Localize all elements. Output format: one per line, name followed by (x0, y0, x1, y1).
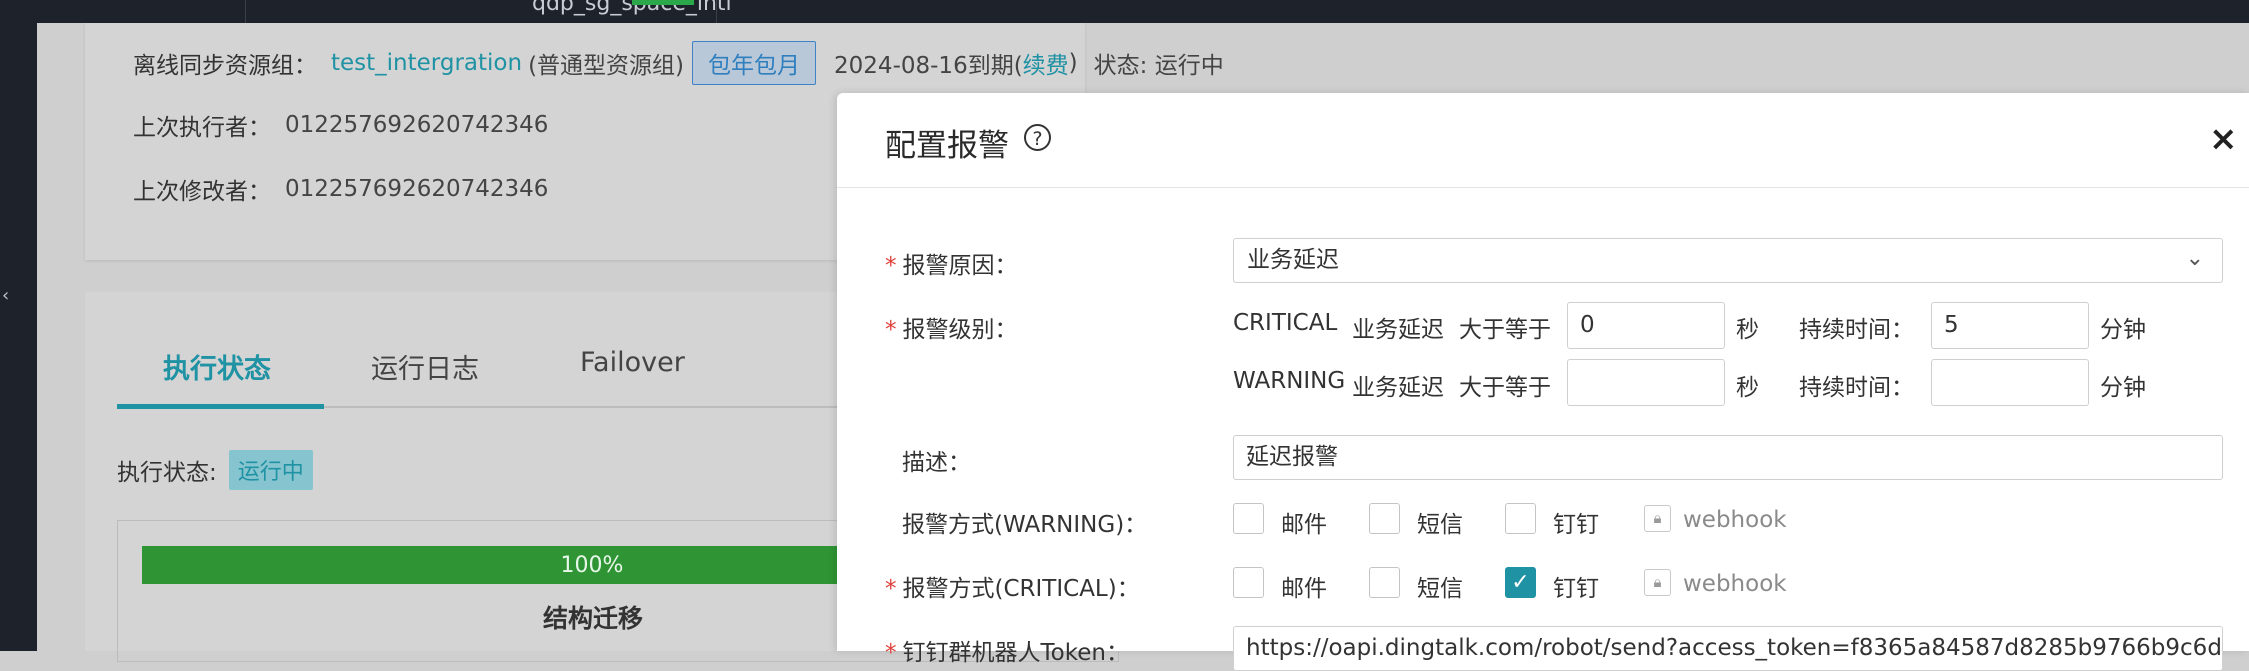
last-executor-value: 012257692620742346 (285, 112, 549, 138)
reason-select-value: 业务延迟 (1247, 247, 1339, 273)
critical-duration-unit: 分钟 (2100, 317, 2146, 343)
run-status-text: 状态: 运行中 (1093, 53, 1224, 79)
critical-email-checkbox[interactable] (1233, 567, 1264, 598)
resource-group-row: 离线同步资源组： test_intergration (普通型资源组) 包年包月… (133, 41, 1224, 85)
warning-duration-unit: 分钟 (2100, 375, 2146, 401)
resource-group-type: (普通型资源组) (528, 53, 685, 79)
chevron-left-icon[interactable]: ‹ (2, 285, 9, 306)
renew-link[interactable]: 续费 (1023, 46, 1069, 80)
required-mark: * (885, 640, 897, 666)
token-label: * 钉钉群机器人Token： (885, 633, 1129, 667)
progress-text: 100% (560, 552, 624, 578)
chevron-down-icon: ⌄ (2185, 246, 2204, 271)
last-modifier-value: 012257692620742346 (285, 176, 549, 202)
critical-sms-checkbox[interactable] (1369, 567, 1400, 598)
level-label-text: 报警级别： (902, 317, 1018, 343)
dialog-header: 配置报警 ? × (837, 93, 2249, 188)
execution-status-label: 执行状态: (117, 460, 217, 486)
critical-duration-input[interactable]: 5 (1931, 302, 2089, 349)
warning-sms-checkbox[interactable] (1369, 503, 1400, 534)
last-executor-row: 上次执行者： 012257692620742346 (133, 108, 548, 142)
status-badge: 运行中 (228, 450, 313, 490)
required-mark: * (885, 317, 897, 343)
critical-unit: 秒 (1736, 317, 1759, 343)
token-label-text: 钉钉群机器人Token： (902, 640, 1129, 666)
active-indicator (632, 0, 694, 5)
resource-group-link[interactable]: test_intergration (331, 50, 522, 76)
token-input[interactable]: https://oapi.dingtalk.com/robot/send?acc… (1233, 626, 2223, 671)
warning-sms-label: 短信 (1417, 512, 1463, 538)
critical-threshold-input[interactable]: 0 (1567, 302, 1725, 349)
warning-webhook-label: webhook (1683, 507, 1787, 533)
warning-duration-label: 持续时间： (1799, 375, 1914, 401)
tab-execution-status[interactable]: 执行状态 (163, 347, 271, 386)
level-label: * 报警级别： (885, 310, 1018, 344)
check-icon: ✓ (1511, 570, 1530, 595)
last-modifier-label: 上次修改者： (133, 179, 271, 205)
lock-icon: 🔒︎ (1644, 569, 1671, 596)
expire-text: 2024-08-16到期( (834, 53, 1023, 79)
critical-sms-label: 短信 (1417, 576, 1463, 602)
warning-operator-text: 大于等于 (1459, 375, 1551, 401)
top-nav-bar: qdp_sg_space_intl (0, 0, 2249, 23)
critical-level-text: CRITICAL (1233, 310, 1338, 336)
critical-dingtalk-checkbox[interactable]: ✓ (1505, 567, 1536, 598)
resource-group-label: 离线同步资源组： (133, 53, 317, 79)
warning-dingtalk-label: 钉钉 (1553, 512, 1599, 538)
warning-dingtalk-checkbox[interactable] (1505, 503, 1536, 534)
warning-email-label: 邮件 (1281, 512, 1327, 538)
critical-dingtalk-label: 钉钉 (1553, 576, 1599, 602)
expire-close: ) (1068, 50, 1078, 76)
warning-metric-text: 业务延迟 (1352, 375, 1444, 401)
required-mark: * (885, 253, 897, 279)
warning-method-label: 报警方式(WARNING)： (902, 512, 1148, 538)
last-modifier-row: 上次修改者： 012257692620742346 (133, 172, 548, 206)
description-label: 描述： (902, 450, 971, 476)
critical-duration-label: 持续时间： (1799, 317, 1914, 343)
help-icon[interactable]: ? (1024, 124, 1051, 151)
warning-unit: 秒 (1736, 375, 1759, 401)
critical-webhook-label: webhook (1683, 571, 1787, 597)
description-input[interactable]: 延迟报警 (1233, 435, 2223, 480)
reason-label-text: 报警原因： (902, 253, 1018, 279)
required-mark: * (885, 576, 897, 602)
critical-email-label: 邮件 (1281, 576, 1327, 602)
warning-level-text: WARNING (1233, 368, 1346, 394)
critical-operator-text: 大于等于 (1459, 317, 1551, 343)
warning-duration-input[interactable] (1931, 359, 2089, 406)
execution-status-row: 执行状态: 运行中 (117, 450, 313, 490)
reason-select[interactable]: 业务延迟 ⌄ (1233, 238, 2223, 283)
alarm-config-dialog: 配置报警 ? × * 报警原因： 业务延迟 ⌄ * 报警级别： CRITICAL 业… (837, 93, 2249, 671)
last-executor-label: 上次执行者： (133, 115, 271, 141)
close-icon[interactable]: × (2209, 119, 2238, 159)
tab-run-log[interactable]: 运行日志 (371, 347, 479, 386)
lock-icon: 🔒︎ (1644, 505, 1671, 532)
tab-failover[interactable]: Failover (580, 347, 685, 378)
critical-metric-text: 业务延迟 (1352, 317, 1444, 343)
critical-method-label: * 报警方式(CRITICAL)： (885, 569, 1140, 603)
reason-label: * 报警原因： (885, 246, 1018, 280)
warning-threshold-input[interactable] (1567, 359, 1725, 406)
left-sidebar: ‹ (0, 23, 37, 651)
dialog-title: 配置报警 (885, 128, 1009, 164)
billing-tag: 包年包月 (692, 41, 817, 85)
warning-email-checkbox[interactable] (1233, 503, 1264, 534)
critical-method-label-text: 报警方式(CRITICAL)： (902, 576, 1140, 602)
active-tab-underline (117, 404, 324, 409)
